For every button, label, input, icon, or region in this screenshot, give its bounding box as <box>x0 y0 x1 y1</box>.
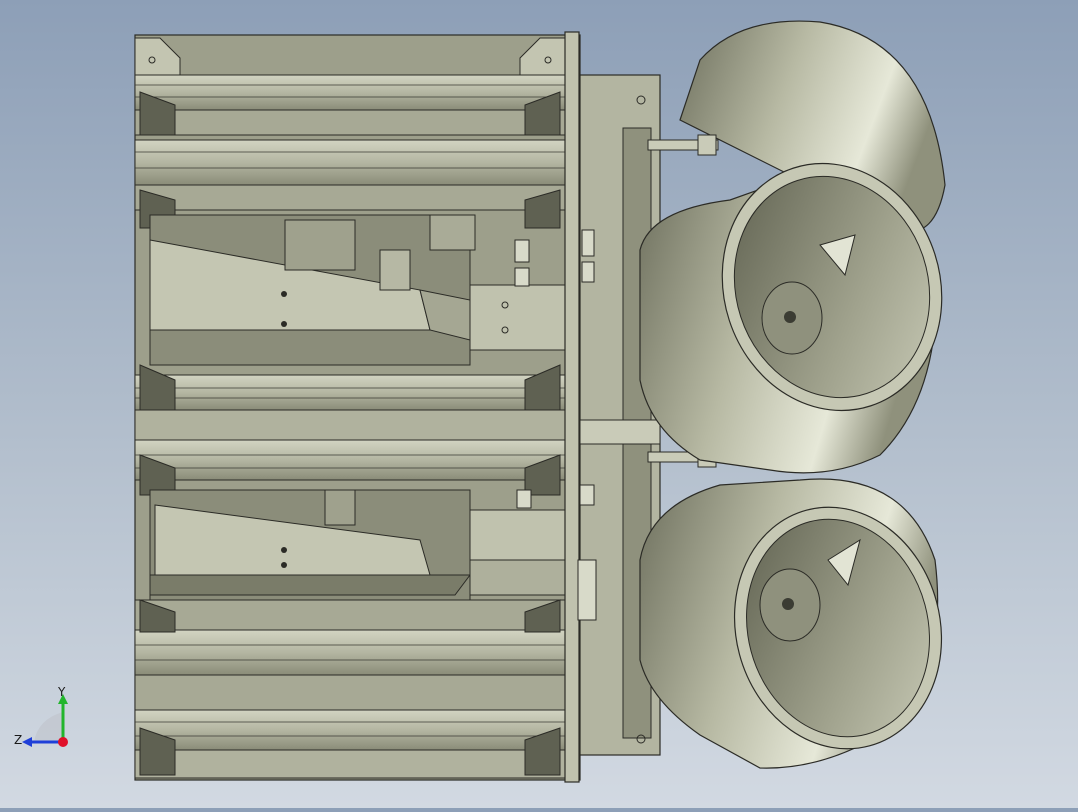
z-axis-label: Z <box>14 733 22 747</box>
cad-model-viewport[interactable] <box>0 0 1078 808</box>
y-axis-label: Y <box>57 685 66 699</box>
x-axis-origin <box>58 737 68 747</box>
assembly-model[interactable] <box>0 0 1078 808</box>
axis-triad: Y Z <box>8 684 88 754</box>
extrusion-rails <box>134 74 566 779</box>
z-axis-arrow <box>22 737 32 747</box>
main-frame <box>134 31 597 783</box>
drum-lower <box>639 478 943 769</box>
